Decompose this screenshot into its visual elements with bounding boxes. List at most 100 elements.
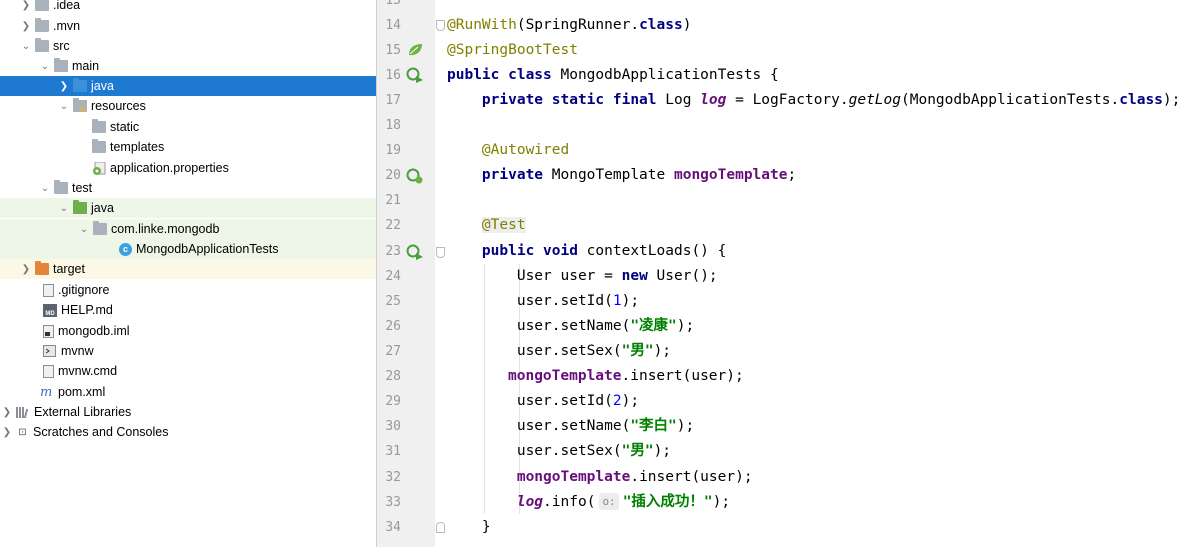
code-line: mongoTemplate.insert(user);	[508, 368, 744, 384]
line-number: 16	[385, 68, 401, 83]
tree-item-main[interactable]: ⌄ main	[0, 56, 415, 76]
folder-icon	[35, 18, 49, 32]
tree-item-mvnw-cmd[interactable]: mvnw.cmd	[0, 361, 419, 381]
code-line: private MongoTemplate mongoTemplate;	[481, 167, 797, 183]
tree-item-mongodb-iml[interactable]: mongodb.iml	[0, 321, 419, 341]
line-number: 21	[385, 193, 401, 208]
line-number: 19	[385, 143, 401, 158]
chevron-down-icon[interactable]: ⌄	[39, 56, 51, 76]
chevron-right-icon[interactable]: ❯	[20, 16, 32, 36]
code-line: public void contextLoads() {	[481, 243, 727, 259]
line-number: 14	[385, 18, 401, 33]
code-line: @Autowired	[481, 142, 570, 158]
chevron-down-icon[interactable]: ⌄	[39, 178, 51, 198]
tree-item-test[interactable]: ⌄ test	[0, 178, 415, 198]
line-number: 13	[385, 0, 401, 8]
spring-bean-icon[interactable]	[406, 41, 424, 59]
code-line: user.setSex("男");	[447, 343, 672, 359]
code-line: User user = new User();	[447, 268, 718, 284]
chevron-down-icon[interactable]: ⌄	[58, 198, 70, 218]
code-line: @Test	[481, 217, 526, 233]
tree-item-mvn[interactable]: ❯ .mvn	[0, 16, 396, 36]
code-line: mongoTemplate.insert(user);	[516, 469, 753, 485]
tree-item-main-java[interactable]: ❯ java	[0, 76, 434, 96]
scratches-icon: ⊡	[18, 426, 27, 438]
tree-item-scratches[interactable]: ❯ ⊡ Scratches and Consoles	[0, 422, 377, 442]
resources-folder-icon	[73, 98, 87, 112]
line-number: 32	[385, 470, 401, 485]
file-icon	[43, 364, 54, 378]
code-line: user.setName("凌康");	[447, 318, 695, 334]
properties-file-icon	[92, 161, 106, 175]
code-line: @RunWith(SpringRunner.class)	[447, 17, 692, 33]
chevron-right-icon[interactable]: ❯	[1, 402, 13, 422]
maven-icon: m	[40, 384, 53, 400]
tree-item-pom-xml[interactable]: m pom.xml	[0, 382, 416, 402]
test-folder-icon	[73, 200, 87, 214]
line-number: 20	[385, 168, 401, 183]
code-line: user.setId(2);	[447, 393, 640, 409]
chevron-down-icon[interactable]: ⌄	[78, 219, 90, 239]
autowired-bean-icon[interactable]	[406, 167, 424, 185]
parameter-hint: o:	[599, 493, 619, 510]
tree-item-src[interactable]: ⌄ src	[0, 36, 396, 56]
code-line: public class MongodbApplicationTests {	[447, 67, 779, 83]
source-folder-icon	[73, 78, 87, 92]
line-number: 29	[385, 394, 401, 409]
code-line: @SpringBootTest	[447, 42, 578, 58]
fold-marker-icon[interactable]	[436, 247, 445, 258]
line-number: 26	[385, 319, 401, 334]
line-number: 30	[385, 419, 401, 434]
code-line: user.setId(1);	[447, 293, 640, 309]
chevron-right-icon[interactable]: ❯	[58, 76, 70, 96]
libraries-icon	[16, 406, 30, 418]
line-number: 33	[385, 495, 401, 510]
line-number: 27	[385, 344, 401, 359]
tree-item-idea[interactable]: ❯ .idea	[0, 0, 396, 15]
chevron-right-icon[interactable]: ❯	[20, 0, 32, 15]
tree-item-gitignore[interactable]: .gitignore	[0, 280, 419, 300]
folder-icon	[54, 58, 68, 72]
tree-item-test-java[interactable]: ⌄ java	[0, 198, 434, 218]
line-number: 23	[385, 244, 401, 259]
code-editor[interactable]: 13 14 15 16 17 18 19 20 21 22 23 24 25 2…	[376, 0, 1200, 547]
chevron-right-icon[interactable]: ❯	[20, 259, 32, 279]
file-icon	[43, 283, 54, 297]
tree-item-mvnw[interactable]: mvnw	[0, 341, 419, 361]
tree-item-resources[interactable]: ⌄ resources	[0, 96, 434, 116]
folder-icon	[54, 180, 68, 194]
line-number: 15	[385, 43, 401, 58]
chevron-right-icon[interactable]: ❯	[1, 422, 13, 442]
editor-gutter: 13 14 15 16 17 18 19 20 21 22 23 24 25 2…	[377, 0, 435, 547]
line-number: 34	[385, 520, 401, 535]
tree-item-target[interactable]: ❯ target	[0, 259, 396, 279]
tree-item-help-md[interactable]: MD HELP.md	[0, 300, 419, 320]
fold-marker-icon[interactable]	[436, 522, 445, 533]
line-number: 18	[385, 118, 401, 133]
module-file-icon	[43, 324, 54, 338]
chevron-down-icon[interactable]: ⌄	[20, 36, 32, 56]
line-number: 28	[385, 369, 401, 384]
class-icon: c	[119, 242, 132, 256]
project-tree: ❯ .idea ❯ .mvn ⌄ src ⌄ main ❯ java ⌄ res…	[0, 0, 495, 547]
folder-icon	[35, 0, 49, 11]
code-line: user.setSex("男");	[447, 443, 672, 459]
terminal-file-icon	[43, 345, 57, 357]
markdown-icon: MD	[43, 303, 57, 317]
code-line: log.info(o: "插入成功！");	[516, 493, 731, 510]
code-line: user.setName("李白");	[447, 418, 695, 434]
code-line: }	[447, 519, 491, 535]
folder-icon	[35, 38, 49, 52]
fold-marker-icon[interactable]	[436, 20, 445, 31]
run-test-icon[interactable]	[406, 66, 424, 84]
line-number: 24	[385, 269, 401, 284]
folder-icon	[92, 119, 106, 133]
line-number: 31	[385, 444, 401, 459]
tree-item-external-libraries[interactable]: ❯ External Libraries	[0, 402, 377, 422]
chevron-down-icon[interactable]: ⌄	[58, 96, 70, 116]
package-icon	[93, 221, 107, 235]
line-number: 17	[385, 93, 401, 108]
line-number: 22	[385, 218, 401, 233]
run-test-icon[interactable]	[406, 243, 424, 261]
line-number: 25	[385, 294, 401, 309]
